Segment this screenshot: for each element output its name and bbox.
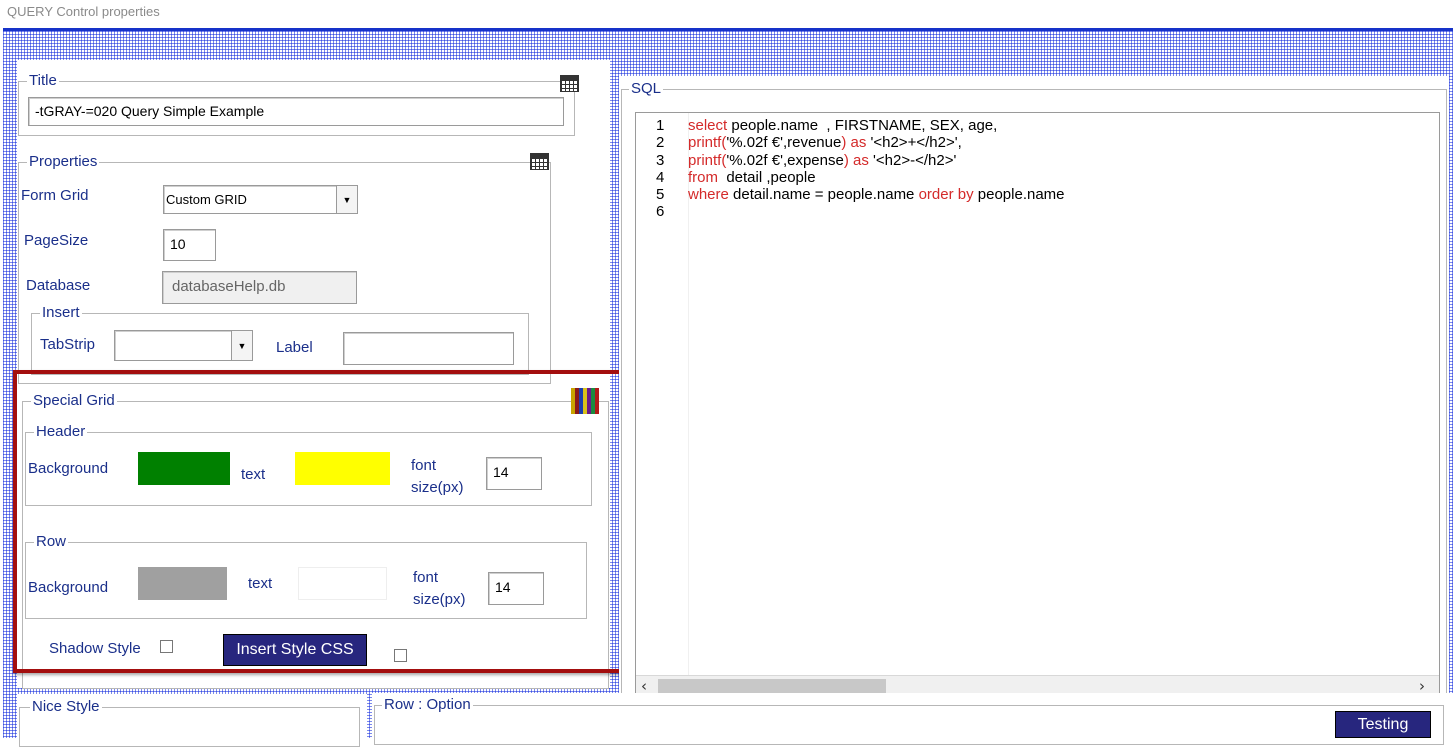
row-option-fieldset: Row : Option <box>374 696 1444 745</box>
title-legend: Title <box>27 72 59 90</box>
code-line[interactable]: printf('%.02f €',expense) as '<h2>-</h2>… <box>688 152 1065 169</box>
sql-keyword: from <box>688 168 718 186</box>
highlight-frame <box>13 370 645 673</box>
sql-token: '<h2>-</h2>' <box>873 151 957 169</box>
code-line[interactable]: select people.name , FIRSTNAME, SEX, age… <box>688 117 1065 134</box>
form-grid-select[interactable]: Custom GRID ▼ <box>163 185 358 214</box>
pagesize-label: PageSize <box>24 232 89 249</box>
row-option-legend: Row : Option <box>382 696 473 714</box>
tabstrip-label: TabStrip <box>40 336 96 353</box>
database-input[interactable]: databaseHelp.db <box>162 271 357 304</box>
line-number: 3 <box>656 151 665 169</box>
chevron-down-icon[interactable]: ▼ <box>336 186 357 213</box>
sql-keyword: printf( <box>688 151 727 169</box>
nice-style-fieldset: Nice Style <box>19 698 360 747</box>
code-line[interactable] <box>688 203 1065 220</box>
tabstrip-select[interactable]: ▼ <box>114 330 253 361</box>
sql-keyword: where <box>688 186 729 204</box>
code-line[interactable]: where detail.name = people.name order by… <box>688 186 1065 203</box>
pagesize-input[interactable]: 10 <box>163 229 216 261</box>
line-number-gutter: 123456 <box>636 113 688 696</box>
sql-keyword: printf( <box>688 134 727 152</box>
sql-token: '<h2>+</h2>', <box>870 134 962 152</box>
insert-legend: Insert <box>40 304 82 322</box>
sql-token: detail.name = people.name <box>728 186 919 204</box>
line-numbers: 123456 <box>636 117 688 221</box>
form-grid-label: Form Grid <box>21 187 89 204</box>
sql-keyword: order by <box>918 186 974 204</box>
label-label: Label <box>276 339 313 356</box>
title-input[interactable]: -tGRAY-=020 Query Simple Example <box>28 97 564 126</box>
scrollbar-thumb[interactable] <box>658 679 886 693</box>
chevron-down-icon[interactable]: ▼ <box>231 331 252 360</box>
properties-legend: Properties <box>27 153 100 171</box>
code-line[interactable]: printf('%.02f €',revenue) as '<h2>+</h2>… <box>688 134 1065 151</box>
nice-style-legend: Nice Style <box>30 698 102 716</box>
code-lines[interactable]: select people.name , FIRSTNAME, SEX, age… <box>688 117 1065 221</box>
label-input[interactable] <box>343 332 514 365</box>
sql-keyword: select <box>688 117 728 134</box>
line-number: 6 <box>656 203 665 221</box>
line-number: 2 <box>656 134 665 152</box>
sql-token: '%.02f €',revenue <box>726 134 842 152</box>
line-number: 1 <box>656 117 665 134</box>
sql-keyword: ) as <box>843 151 874 169</box>
sql-token: people.name , FIRSTNAME, SEX, age, <box>727 117 998 134</box>
code-line[interactable]: from detail ,people <box>688 169 1065 186</box>
line-number: 4 <box>656 168 665 186</box>
table-icon[interactable] <box>560 75 579 92</box>
sql-token: '%.02f €',expense <box>726 151 844 169</box>
testing-button[interactable]: Testing <box>1335 711 1431 738</box>
sql-legend: SQL <box>629 80 664 98</box>
line-number: 5 <box>656 186 665 204</box>
sql-token: people.name <box>973 186 1065 204</box>
sql-editor[interactable]: 123456 select people.name , FIRSTNAME, S… <box>635 112 1440 697</box>
sql-token: detail ,people <box>718 168 816 186</box>
form-grid-value: Custom GRID <box>166 192 247 207</box>
window-title: QUERY Control properties <box>7 4 160 19</box>
database-label: Database <box>26 277 91 294</box>
sql-keyword: ) as <box>841 134 871 152</box>
table-icon[interactable] <box>530 153 549 170</box>
